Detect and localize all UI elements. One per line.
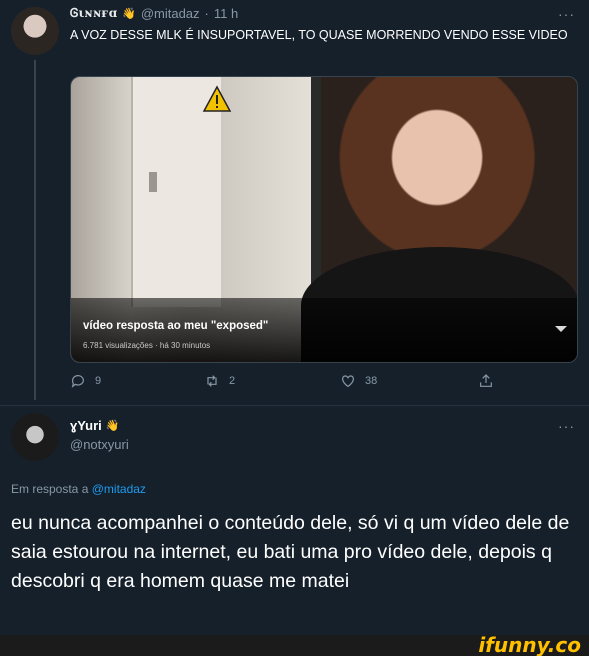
user-handle[interactable]: @mitadaz <box>141 6 200 21</box>
more-horizontal-icon[interactable]: ··· <box>558 6 575 22</box>
separator: · <box>204 6 209 21</box>
ifunny-watermark: ifunny.co <box>478 633 581 656</box>
thread-line <box>34 60 36 400</box>
tweet-text: A VOZ DESSE MLK É INSUPORTAVEL, TO QUASE… <box>70 28 568 42</box>
video-thumbnail-handle <box>149 172 157 192</box>
tweet-text: eu nunca acompanhei o conteúdo dele, só … <box>11 512 570 592</box>
reply-to-link[interactable]: @mitadaz <box>92 482 146 496</box>
user-handle[interactable]: @notxyuri <box>70 437 129 452</box>
tweet-actions: 9 2 38 <box>70 373 510 393</box>
like-button[interactable]: 38 <box>340 373 377 389</box>
video-title[interactable]: vídeo resposta ao meu "exposed" <box>83 320 268 332</box>
timestamp[interactable]: 11 h <box>214 6 238 21</box>
reply-button[interactable]: 9 <box>70 373 101 389</box>
more-horizontal-icon[interactable]: ··· <box>558 418 575 434</box>
share-button[interactable] <box>478 373 494 389</box>
avatar[interactable] <box>11 413 59 461</box>
retweet-count: 2 <box>229 375 236 387</box>
display-name[interactable]: Ꮆιɴɴғɑ <box>70 6 117 21</box>
display-name-row: ɣYuri 👋 <box>70 418 120 433</box>
tweet-reply: ɣYuri 👋 ··· @notxyuri Em resposta a @mit… <box>0 405 589 635</box>
display-name[interactable]: ɣYuri <box>70 418 102 433</box>
tweet-header: Ꮆιɴɴғɑ 👋 @mitadaz · 11 h <box>70 6 238 21</box>
heart-icon <box>342 375 354 388</box>
tweet-original: Ꮆιɴɴғɑ 👋 @mitadaz · 11 h ··· A VOZ DESSE… <box>0 0 589 405</box>
reply-icon <box>71 375 84 388</box>
reply-context: Em resposta a @mitadaz <box>11 482 146 496</box>
reply-count: 9 <box>95 375 102 387</box>
retweet-icon <box>207 375 217 387</box>
avatar[interactable] <box>11 7 59 55</box>
video-meta: 6.781 visualizações · há 30 minutos <box>83 341 211 350</box>
hand-emoji-icon: 👋 <box>122 8 136 20</box>
watermark-bar: ifunny.co <box>0 635 589 656</box>
chevron-down-icon[interactable] <box>555 326 567 332</box>
hand-emoji-icon: 👋 <box>105 420 120 432</box>
warning-sign-icon <box>202 85 232 112</box>
video-embed[interactable]: vídeo resposta ao meu "exposed" 6.781 vi… <box>70 76 578 363</box>
reply-prefix: Em resposta a <box>11 482 89 496</box>
share-icon <box>480 374 492 387</box>
retweet-button[interactable]: 2 <box>204 373 235 389</box>
like-count: 38 <box>365 375 378 387</box>
